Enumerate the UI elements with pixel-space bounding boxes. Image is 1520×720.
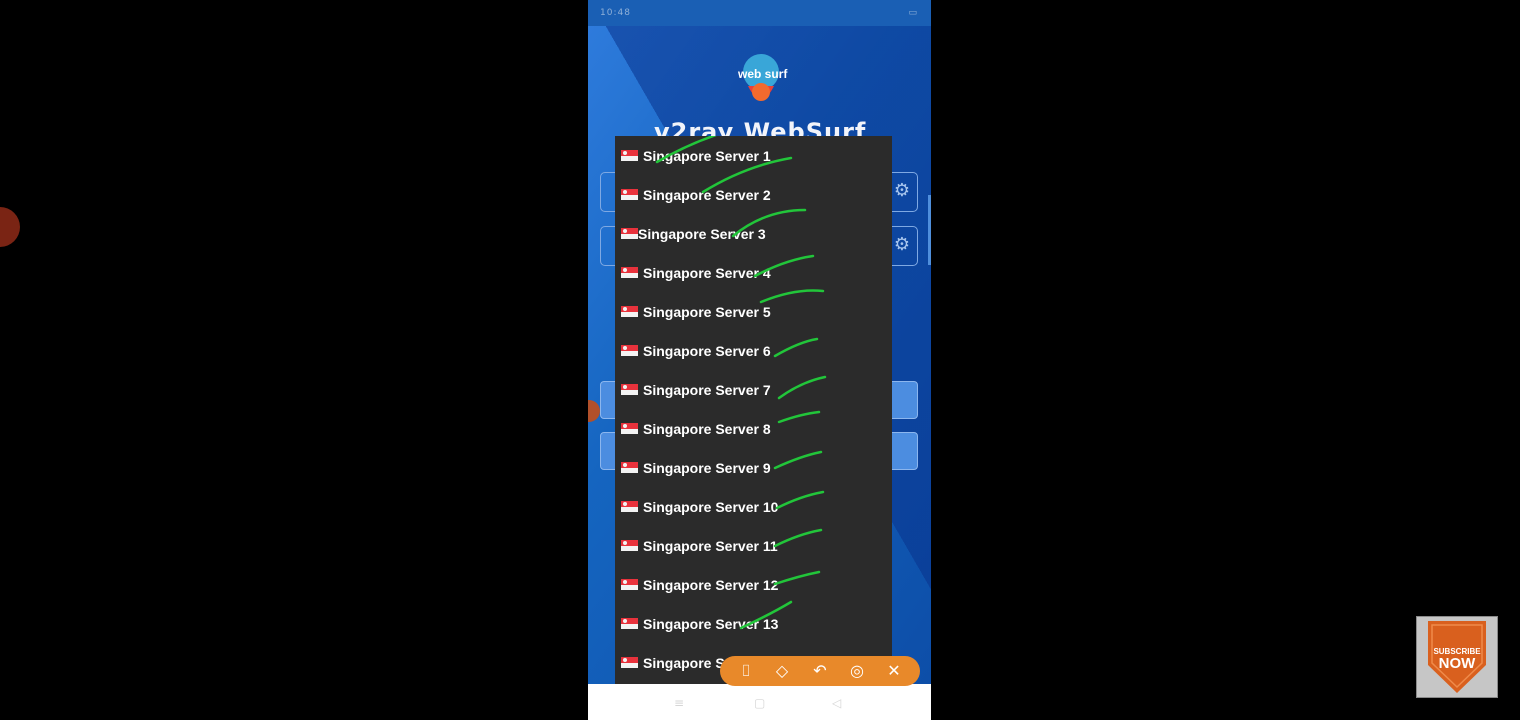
singapore-flag-icon xyxy=(621,501,638,512)
server-option-5[interactable]: Singapore Server 5 xyxy=(615,292,892,331)
back-icon[interactable]: ◁ xyxy=(832,696,841,710)
app-logo: web surf xyxy=(737,54,788,101)
server-option-1[interactable]: Singapore Server 1 xyxy=(615,136,892,175)
server-option-6[interactable]: Singapore Server 6 xyxy=(615,331,892,370)
singapore-flag-icon xyxy=(621,150,638,161)
singapore-flag-icon xyxy=(621,384,638,395)
undo-icon[interactable]: ↶ xyxy=(808,660,832,682)
singapore-flag-icon xyxy=(621,657,638,668)
server-option-label: Singapore Server 10 xyxy=(643,498,779,515)
server-option-label: Singapore Server 2 xyxy=(643,186,771,203)
subscribe-badge[interactable]: SUBSCRIBE NOW xyxy=(1416,616,1498,698)
singapore-flag-icon xyxy=(621,189,638,200)
subscribe-now-label: NOW xyxy=(1438,655,1476,672)
scrollbar[interactable] xyxy=(928,195,931,265)
singapore-flag-icon xyxy=(621,345,638,356)
server-option-9[interactable]: Singapore Server 9 xyxy=(615,448,892,487)
server-option-8[interactable]: Singapore Server 8 xyxy=(615,409,892,448)
singapore-flag-icon xyxy=(621,618,638,629)
svg-text:web surf: web surf xyxy=(737,67,788,81)
menu-icon[interactable]: ≡ xyxy=(674,696,684,710)
server-option-label: Singapore Server 5 xyxy=(643,303,771,320)
server-option-label: Singapore Server 7 xyxy=(643,381,771,398)
server-option-label: Singapore Server 6 xyxy=(643,342,771,359)
singapore-flag-icon xyxy=(621,267,638,278)
annotation-toolbar: ⌷ ◇ ↶ ◎ ✕ xyxy=(720,656,920,686)
server-option-2[interactable]: Singapore Server 2 xyxy=(615,175,892,214)
palette-icon[interactable]: ◎ xyxy=(845,660,869,682)
server-option-4[interactable]: Singapore Server 4 xyxy=(615,253,892,292)
eraser-icon[interactable]: ◇ xyxy=(770,660,794,682)
record-indicator xyxy=(0,207,20,247)
singapore-flag-icon xyxy=(621,228,638,239)
singapore-flag-icon xyxy=(621,540,638,551)
status-bar: 10:48 ▭ xyxy=(588,0,931,26)
singapore-flag-icon xyxy=(621,423,638,434)
server-option-7[interactable]: Singapore Server 7 xyxy=(615,370,892,409)
gear-icon[interactable]: ⚙ xyxy=(892,235,912,255)
singapore-flag-icon xyxy=(621,306,638,317)
gear-icon[interactable]: ⚙ xyxy=(892,181,912,201)
server-option-label: Singapore Server 3 xyxy=(638,225,766,242)
server-option-10[interactable]: Singapore Server 10 xyxy=(615,487,892,526)
server-option-label: Singapore Server 4 xyxy=(643,264,771,281)
server-option-label: Singapore Server 11 xyxy=(643,537,778,554)
server-option-11[interactable]: Singapore Server 11 xyxy=(615,526,892,565)
server-option-13[interactable]: Singapore Server 13 xyxy=(615,604,892,643)
server-option-label: Singapore Server 13 xyxy=(643,615,779,632)
navigation-bar: ≡ ▢ ◁ xyxy=(588,684,931,720)
server-option-12[interactable]: Singapore Server 12 xyxy=(615,565,892,604)
status-time: 10:48 xyxy=(600,8,631,18)
server-option-label: Singapore Server 12 xyxy=(643,576,779,593)
singapore-flag-icon xyxy=(621,579,638,590)
server-option-3[interactable]: Singapore Server 3 xyxy=(615,214,892,253)
camera-icon[interactable]: ⌷ xyxy=(734,660,758,682)
server-dropdown: Singapore Server 1 Singapore Server 2 Si… xyxy=(615,136,892,684)
server-option-label: Singapore Server 9 xyxy=(643,459,771,476)
server-option-label: Singapore Server 1 xyxy=(643,147,771,164)
server-option-label: Singapore Server 8 xyxy=(643,420,771,437)
singapore-flag-icon xyxy=(621,462,638,473)
home-icon[interactable]: ▢ xyxy=(754,696,765,710)
close-icon[interactable]: ✕ xyxy=(882,660,906,682)
battery-icon: ▭ xyxy=(908,8,917,18)
